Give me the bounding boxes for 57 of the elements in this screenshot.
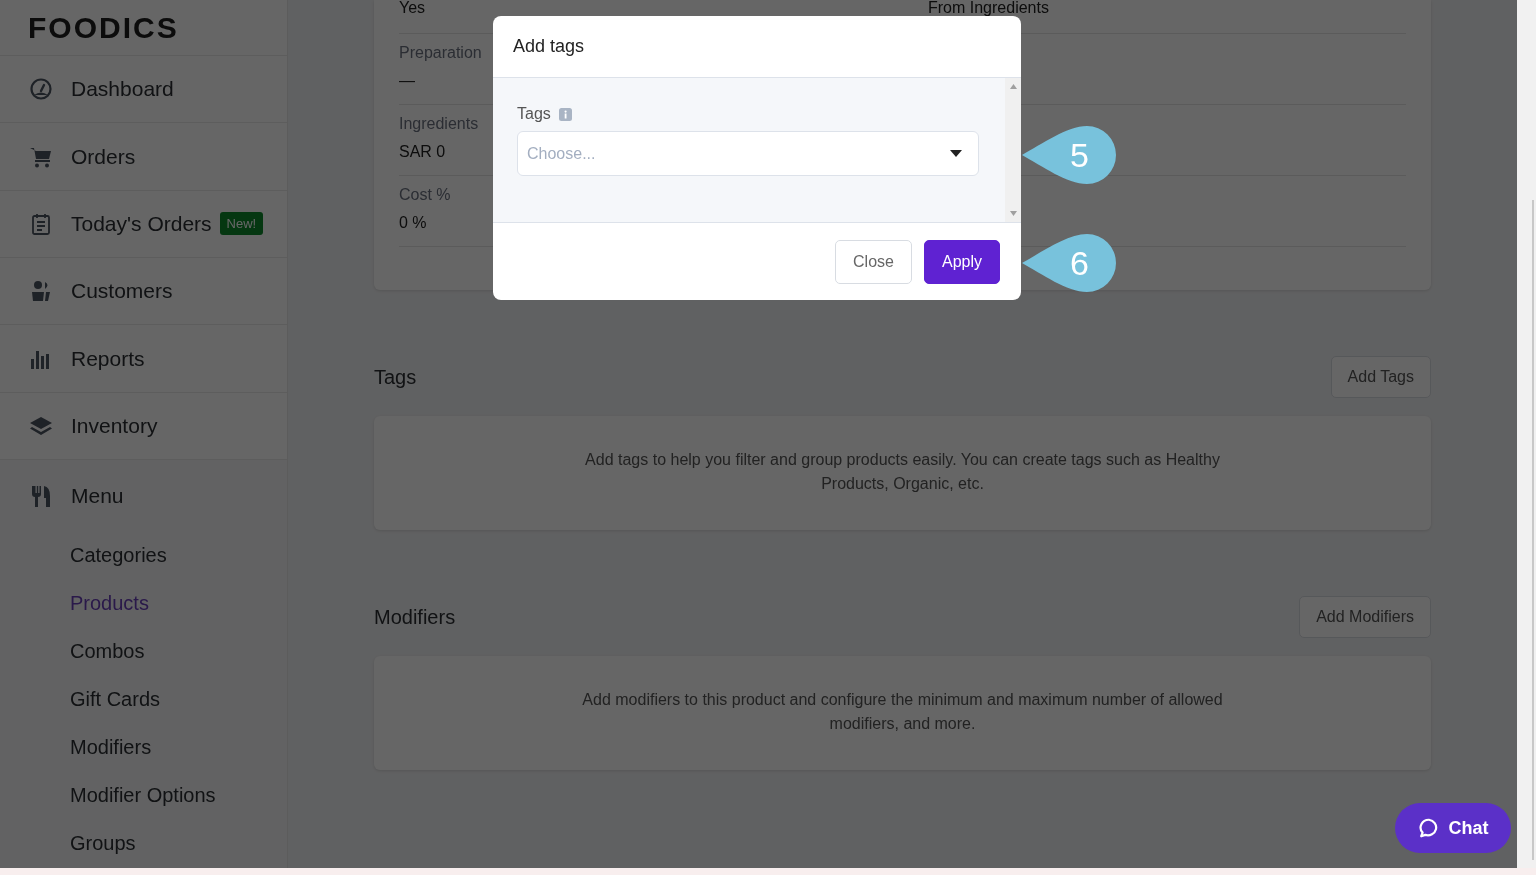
nav-item[interactable]: Menu (0, 460, 287, 532)
field-label: Cost % (399, 186, 451, 204)
nav-label: Customers (71, 279, 173, 304)
info-text: Add modifiers to this product and configure the minimum and maximum number of allowed modifiers, and more. (581, 690, 1224, 734)
field-value: Yes (399, 0, 426, 16)
scrollbar[interactable] (1517, 0, 1536, 868)
scrollbar[interactable] (1005, 78, 1021, 222)
horizontal-scrollbar[interactable] (0, 868, 1536, 875)
field-label: Tags (517, 105, 551, 123)
nav-label: Dashboard (71, 77, 174, 102)
field-value: From Ingredients (928, 0, 1049, 16)
brand-logo: FOODICS (28, 10, 179, 45)
clipboard-icon (29, 211, 53, 236)
nav-label: Today's Orders (71, 211, 212, 236)
nav-subitem[interactable]: Modifiers (0, 724, 287, 772)
field-value: — (399, 72, 415, 90)
info-icon[interactable] (558, 107, 572, 121)
people-icon (29, 279, 53, 304)
nav-item[interactable]: Dashboard (0, 56, 287, 124)
nav-item[interactable]: Inventory (0, 392, 287, 460)
add-button[interactable]: Add Tags (1330, 356, 1431, 398)
apply-button[interactable]: Apply (923, 239, 1000, 284)
field-value: SAR 0 (399, 143, 446, 161)
speech-bubble-icon (1417, 817, 1440, 839)
section-title: Tags (374, 365, 417, 389)
dialog-title: Add tags (513, 36, 585, 57)
cutlery-icon (29, 484, 53, 508)
step-callout: 5 (1022, 126, 1116, 184)
nav-label: Reports (71, 346, 145, 371)
nav-subitem[interactable]: Categories (0, 532, 287, 580)
tags-dropdown[interactable]: Choose... (517, 131, 979, 176)
chat-button[interactable]: Chat (1395, 803, 1511, 853)
nav-subitem[interactable]: Groups (0, 820, 287, 868)
add-button[interactable]: Add Modifiers (1299, 596, 1431, 638)
nav-label: Menu (71, 484, 124, 508)
scroll-up-icon[interactable] (1009, 84, 1017, 89)
nav-subitem[interactable]: Gift Cards (0, 676, 287, 724)
field-label: Preparation (399, 44, 482, 62)
caret-icon (950, 150, 962, 157)
step-callout: 6 (1022, 234, 1116, 292)
field-label: Ingredients (399, 115, 479, 133)
close-button[interactable]: Close (835, 239, 912, 284)
nav-item[interactable]: Today's Orders New! (0, 190, 287, 259)
nav-item[interactable]: Reports (0, 325, 287, 393)
field-value: 0 % (399, 214, 427, 232)
nav-subitem[interactable]: Products (0, 580, 287, 628)
info-text: Add tags to help you filter and group products easily. You can create tags such as Healthy Products, Organic, etc. (584, 450, 1221, 494)
scroll-down-icon[interactable] (1009, 211, 1017, 216)
nav-subitem[interactable]: Combos (0, 628, 287, 676)
section-title: Modifiers (374, 605, 456, 629)
nav-item[interactable]: Orders (0, 123, 287, 191)
gauge-icon (29, 77, 53, 102)
nav-label: Inventory (71, 413, 158, 438)
nav-label: Orders (71, 144, 136, 169)
nav-subitem[interactable]: Modifier Options (0, 772, 287, 820)
nav-item[interactable]: Customers (0, 258, 287, 326)
new-badge: New! (219, 212, 264, 236)
